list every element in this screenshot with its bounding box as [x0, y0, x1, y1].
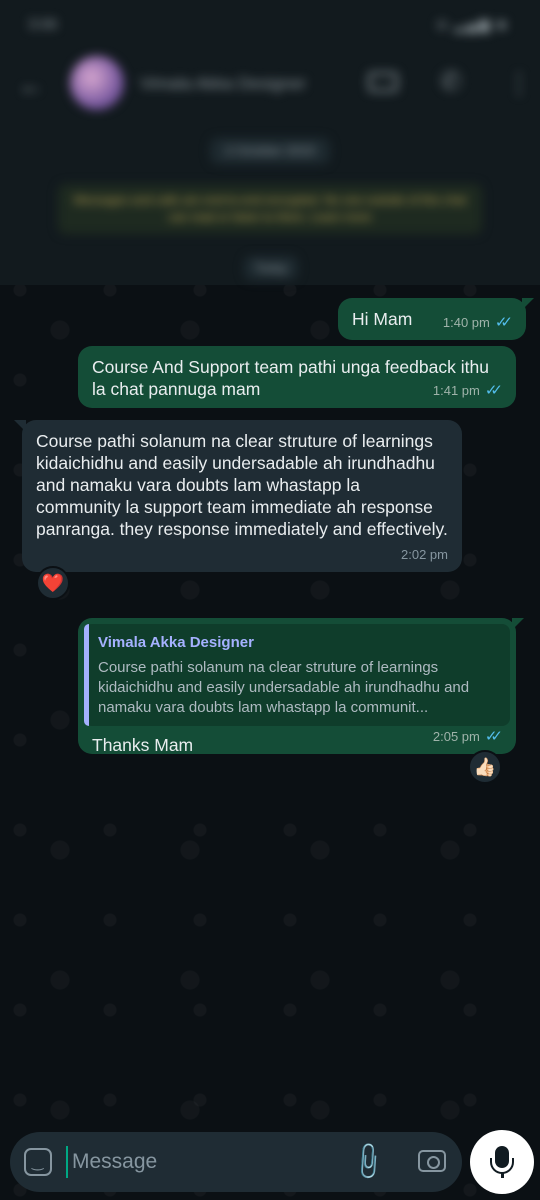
date-chip: 2 October 2023	[210, 138, 330, 164]
attachment-paperclip-icon[interactable]: 📎	[346, 1139, 390, 1184]
message-time: 1:40 pm	[442, 315, 490, 330]
message-meta: 1:41 pm ✓✓	[432, 380, 503, 402]
chat-header: ← Vimala Akka Designer ✆ ⋮	[0, 48, 540, 120]
status-time: 3:06	[28, 16, 58, 33]
microphone-icon	[490, 1146, 514, 1174]
bubble-tail	[14, 420, 26, 432]
phone-call-icon[interactable]: ✆	[440, 66, 462, 97]
message-composer: 📎	[10, 1132, 462, 1192]
back-arrow-icon[interactable]: ←	[18, 70, 44, 101]
message-time: 1:41 pm	[432, 383, 480, 398]
bubble-tail	[512, 618, 524, 630]
message-text: Hi Mam	[352, 309, 413, 329]
heart-reaction-icon[interactable]: ❤️	[36, 566, 70, 600]
voice-message-button[interactable]	[470, 1130, 534, 1194]
message-bubble-outgoing[interactable]: Course And Support team pathi unga feedb…	[78, 346, 516, 408]
today-chip: Today	[244, 256, 298, 280]
message-meta: 2:05 pm ✓✓	[432, 726, 503, 748]
message-bubble-outgoing-reply[interactable]: Vimala Akka Designer Course pathi solanu…	[78, 618, 524, 755]
quoted-text: Course pathi solanum na clear struture o…	[98, 659, 470, 716]
microphone-stand	[501, 1172, 504, 1178]
message-bubble-incoming[interactable]: Course pathi solanum na clear struture o…	[14, 420, 462, 572]
read-receipt-icon: ✓✓	[484, 728, 503, 745]
reaction-emoji: ❤️	[41, 573, 65, 593]
read-receipt-icon: ✓✓	[484, 382, 503, 399]
contact-name[interactable]: Vimala Akka Designer	[140, 74, 306, 94]
message-input[interactable]	[66, 1146, 326, 1178]
message-meta: 1:40 pm ✓✓	[442, 312, 513, 334]
camera-icon[interactable]	[418, 1150, 446, 1172]
sticker-emoji-icon[interactable]	[24, 1148, 52, 1176]
message-text: Course pathi solanum na clear struture o…	[36, 431, 448, 539]
quoted-message[interactable]: Vimala Akka Designer Course pathi solanu…	[84, 624, 510, 726]
message-text: Course And Support team pathi unga feedb…	[92, 357, 489, 399]
quoted-author: Vimala Akka Designer	[98, 634, 254, 651]
video-call-icon[interactable]	[368, 72, 398, 92]
message-time: 2:05 pm	[432, 729, 480, 744]
message-meta: 2:02 pm	[401, 544, 448, 566]
blurred-header-region: 3:06 ◘ ▂▄▆ ◙ ← Vimala Akka Designer ✆ ⋮ …	[0, 0, 540, 285]
thumbs-up-reaction-icon[interactable]: 👍🏻	[468, 750, 502, 784]
reaction-emoji: 👍🏻	[473, 757, 497, 777]
status-icons: ◘ ▂▄▆ ◙	[437, 16, 508, 32]
status-bar: 3:06 ◘ ▂▄▆ ◙	[0, 0, 540, 48]
message-bubble-outgoing[interactable]: Hi Mam 1:40 pm ✓✓	[338, 298, 534, 340]
message-time: 2:02 pm	[401, 547, 448, 562]
more-options-icon[interactable]: ⋮	[506, 68, 532, 99]
contact-avatar[interactable]	[70, 56, 124, 110]
bubble-tail	[522, 298, 534, 310]
read-receipt-icon: ✓✓	[494, 314, 513, 331]
encryption-notice[interactable]: Messages and calls are end-to-end encryp…	[58, 184, 482, 234]
